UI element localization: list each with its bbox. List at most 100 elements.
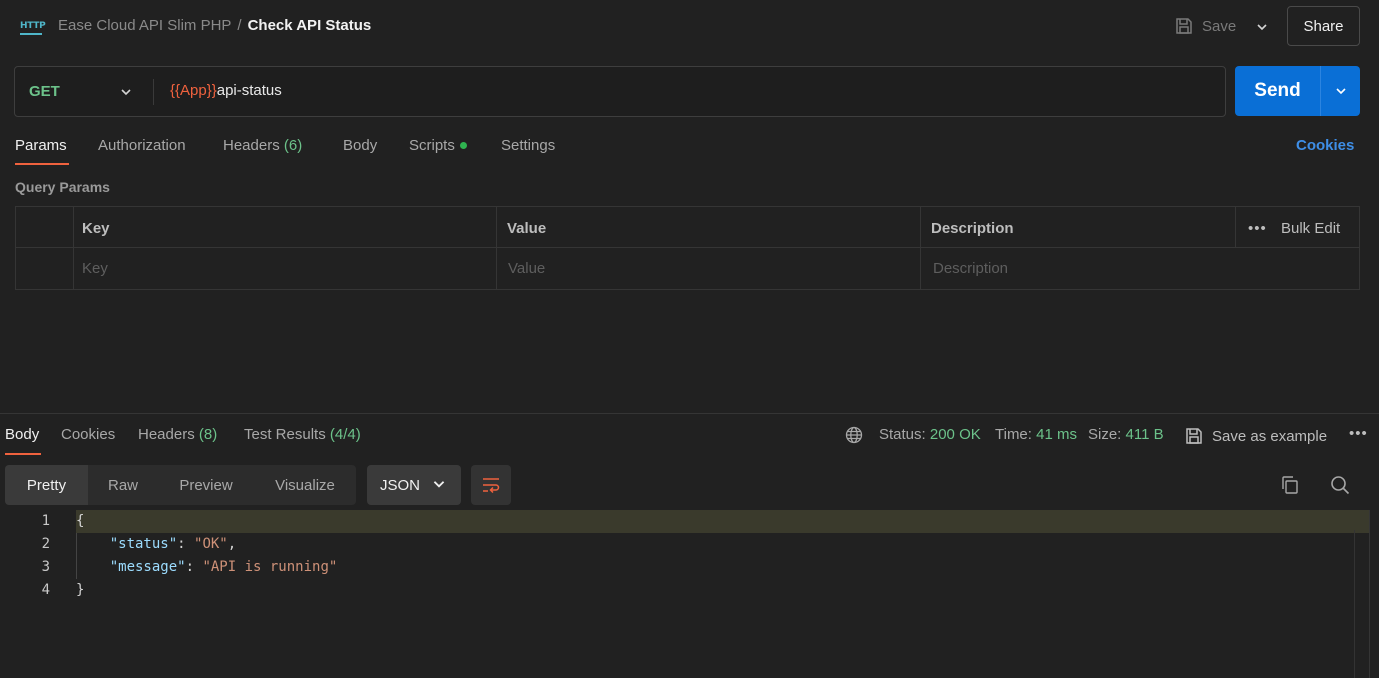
breadcrumb-separator: / [237, 17, 242, 34]
line-number: 2 [41, 536, 50, 552]
json-comma: , [227, 536, 237, 552]
format-label: JSON [380, 476, 421, 494]
bulk-edit-button[interactable]: Bulk Edit [1281, 220, 1340, 237]
request-name[interactable]: Check API Status [248, 17, 372, 34]
save-button[interactable]: Save [1174, 15, 1236, 37]
tab-authorization[interactable]: Authorization [98, 137, 186, 154]
method-dropdown-toggle[interactable] [117, 83, 135, 101]
column-header-key: Key [82, 220, 110, 237]
code-text: "status": "OK", [76, 536, 236, 552]
http-request-icon: HTTP [20, 17, 46, 35]
chevron-down-icon [121, 89, 131, 96]
query-params-table: Key Value Description ••• Bulk Edit Key … [15, 206, 1360, 290]
tab-params[interactable]: Params [15, 137, 67, 154]
table-row [16, 249, 1359, 290]
tab-settings[interactable]: Settings [501, 137, 555, 154]
view-mode-selector: Pretty Raw Preview Visualize [5, 465, 356, 505]
key-input[interactable]: Key [82, 260, 108, 277]
tab-headers-label: Headers [223, 137, 280, 154]
tab-scripts-label: Scripts [409, 137, 455, 154]
tab-body[interactable]: Body [343, 137, 377, 154]
column-divider [496, 207, 497, 289]
view-raw[interactable]: Raw [88, 465, 158, 505]
send-options-button[interactable] [1320, 66, 1360, 116]
save-options-button[interactable] [1252, 17, 1272, 37]
url-input[interactable]: {{App}}api-status [170, 82, 282, 99]
more-options-icon[interactable]: ••• [1349, 425, 1368, 442]
method-select[interactable]: GET [29, 83, 60, 100]
json-key: "status" [109, 536, 178, 552]
pane-divider[interactable] [0, 413, 1379, 414]
save-as-example-label: Save as example [1212, 427, 1328, 445]
wrap-lines-icon [483, 478, 500, 494]
response-time[interactable]: Time: 41 ms [995, 426, 1077, 443]
status-label: Status: [879, 426, 926, 443]
view-pretty[interactable]: Pretty [5, 465, 88, 505]
column-divider [920, 207, 921, 289]
column-divider [73, 207, 74, 289]
response-headers-label: Headers [138, 426, 195, 443]
response-size[interactable]: Size: 411 B [1088, 426, 1164, 443]
time-value: 41 ms [1036, 426, 1077, 443]
url-variable: {{App}} [170, 82, 217, 99]
share-button[interactable]: Share [1287, 6, 1360, 46]
code-text: } [76, 582, 85, 598]
breadcrumb-collection[interactable]: Ease Cloud API Slim PHP [58, 17, 231, 34]
url-divider [153, 79, 154, 105]
editor-scrollbar[interactable] [1369, 510, 1370, 678]
description-input[interactable]: Description [933, 260, 1008, 277]
copy-icon[interactable] [1279, 474, 1301, 496]
table-header-row [16, 207, 1359, 248]
json-colon: : [185, 559, 203, 575]
code-line: 1 { [0, 510, 1370, 533]
save-label: Save [1202, 17, 1237, 35]
test-results-label: Test Results [244, 426, 326, 443]
view-preview[interactable]: Preview [158, 465, 254, 505]
chevron-down-icon [433, 481, 445, 488]
editor-ruler [1354, 530, 1355, 678]
url-path: api-status [216, 82, 282, 99]
code-line: 2 "status": "OK", [0, 533, 1370, 556]
code-text: { [76, 513, 85, 529]
format-select[interactable]: JSON [367, 465, 461, 505]
cookies-link[interactable]: Cookies [1296, 137, 1354, 154]
test-results-count: (4/4) [329, 426, 361, 443]
json-colon: : [177, 536, 195, 552]
code-line: 4 } [0, 579, 1370, 602]
more-options-icon[interactable]: ••• [1248, 220, 1267, 237]
send-button[interactable]: Send [1235, 66, 1320, 116]
search-icon[interactable] [1329, 474, 1351, 496]
json-key: "message" [109, 559, 186, 575]
size-value: 411 B [1125, 426, 1164, 443]
code-text: "message": "API is running" [76, 559, 338, 575]
response-headers-count: (8) [198, 426, 218, 443]
json-string: "OK" [194, 536, 228, 552]
save-as-example-button[interactable]: Save as example [1184, 426, 1327, 446]
time-label: Time: [995, 426, 1032, 443]
code-line: 3 "message": "API is running" [0, 556, 1370, 579]
column-header-description: Description [931, 220, 1014, 237]
column-header-value: Value [507, 220, 547, 237]
url-bar: GET {{App}}api-status [14, 66, 1226, 117]
response-body-editor[interactable]: 1 { 2 "status": "OK", 3 "message": "API … [0, 510, 1370, 678]
chevron-down-icon [1335, 88, 1346, 95]
tab-scripts[interactable]: Scripts [409, 137, 467, 154]
value-input[interactable]: Value [508, 260, 545, 277]
headers-count: (6) [283, 137, 303, 154]
save-icon [1176, 18, 1192, 34]
globe-icon[interactable] [845, 426, 863, 444]
wrap-lines-button[interactable] [471, 465, 511, 505]
response-status[interactable]: Status: 200 OK [879, 426, 981, 443]
query-params-title: Query Params [15, 179, 110, 195]
response-tab-cookies[interactable]: Cookies [61, 426, 115, 443]
line-number: 1 [41, 513, 50, 529]
line-number: 4 [41, 582, 50, 598]
request-header: HTTP Ease Cloud API Slim PHP / Check API S… [0, 0, 1379, 52]
response-tab-headers[interactable]: Headers (8) [138, 426, 217, 443]
view-visualize[interactable]: Visualize [254, 465, 356, 505]
response-tab-test-results[interactable]: Test Results (4/4) [244, 426, 361, 443]
save-icon [1186, 428, 1202, 444]
json-string: "API is running" [202, 559, 338, 575]
response-tab-body[interactable]: Body [5, 426, 39, 443]
tab-headers[interactable]: Headers (6) [223, 137, 302, 154]
